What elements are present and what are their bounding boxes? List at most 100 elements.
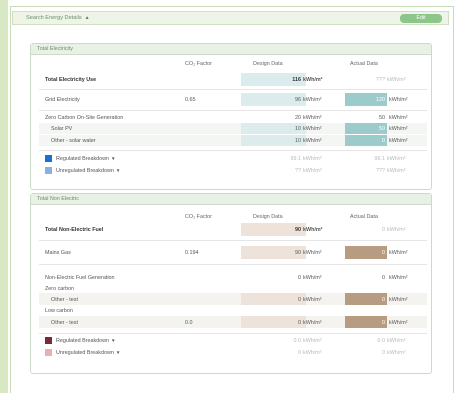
divider xyxy=(39,240,427,241)
zero-carbon-actual-value: 50 xyxy=(379,115,385,121)
total-actual-unit: kWh/m² xyxy=(387,77,406,83)
co2-factor-header: CO₂ Factor xyxy=(185,61,212,67)
divider xyxy=(39,110,427,111)
actual-data-header: Actual Data xyxy=(350,214,378,220)
regulated-actual-unit: kWh/m² xyxy=(387,156,406,162)
fuel-generation-design-unit: kWh/m² xyxy=(303,275,322,281)
mains-gas-co2-value: 0.194 xyxy=(185,250,199,256)
low-other-actual-unit: kWh/m² xyxy=(389,320,408,326)
unregulated-actual-value: ??? xyxy=(376,168,385,174)
solar-water-design-value: 10 xyxy=(295,138,301,144)
unregulated-design-unit: kWh/m² xyxy=(303,168,322,174)
total-design-value: 116 xyxy=(292,77,301,83)
unregulated-actual-unit: kWh/m² xyxy=(387,168,406,174)
grid-actual-value: 120 xyxy=(376,97,385,103)
regulated-fuel-breakdown-toggle[interactable]: Regulated Breakdown ▼ xyxy=(56,338,116,344)
chevron-down-icon: ▼ xyxy=(111,156,116,161)
fuel-generation-design-value: 0 xyxy=(298,275,301,281)
unregulated-fuel-design-value: 0 xyxy=(298,350,301,356)
non-electric-panel-title: Total Non Electric xyxy=(31,194,431,205)
zero-other-label: Other - test xyxy=(51,297,78,303)
co2-factor-header: CO₂ Factor xyxy=(185,214,212,220)
regulated-design-value: 99.1 xyxy=(290,156,302,162)
grid-actual-unit: kWh/m² xyxy=(389,97,408,103)
zero-other-actual-unit: kWh/m² xyxy=(389,297,408,303)
grid-co2-value: 0.65 xyxy=(185,97,196,103)
regulated-fuel-legend-swatch xyxy=(45,337,52,344)
mains-gas-label: Mains Gas xyxy=(45,250,71,256)
total-design-unit: kWh/m² xyxy=(303,227,323,233)
electricity-panel-title: Total Electricity xyxy=(31,44,431,55)
fuel-generation-label: Non-Electric Fuel Generation xyxy=(45,275,115,281)
mains-gas-design-unit: kWh/m² xyxy=(303,250,322,256)
solar-pv-design-value: 10 xyxy=(295,126,301,132)
solar-pv-design-unit: kWh/m² xyxy=(303,126,322,132)
total-design-unit: kWh/m² xyxy=(303,77,323,83)
fuel-generation-actual-unit: kWh/m² xyxy=(389,275,408,281)
mains-gas-design-value: 90 xyxy=(295,250,301,256)
unregulated-fuel-actual-value: 0 xyxy=(382,350,385,356)
electricity-panel: Total Electricity CO₂ Factor Design Data… xyxy=(30,43,432,190)
edit-button[interactable]: Edit xyxy=(400,14,442,23)
unregulated-fuel-actual-unit: kWh/m² xyxy=(387,350,406,356)
divider xyxy=(39,333,427,334)
solar-pv-actual-value: 50 xyxy=(379,126,385,132)
energy-details-header: Search Energy Details ▲ Edit xyxy=(12,11,449,25)
low-other-actual-value: 0 xyxy=(382,320,385,326)
zero-carbon-generation-label: Zero Carbon On-Site Generation xyxy=(45,115,124,121)
divider xyxy=(39,264,427,265)
regulated-breakdown-toggle[interactable]: Regulated Breakdown ▼ xyxy=(56,156,116,162)
regulated-label: Regulated Breakdown xyxy=(56,156,110,162)
low-other-label: Other - test xyxy=(51,320,78,326)
solar-water-design-unit: kWh/m² xyxy=(303,138,322,144)
solar-pv-label: Solar PV xyxy=(51,126,73,132)
section-title-text: Search Energy Details xyxy=(26,15,82,21)
zero-other-design-value: 0 xyxy=(298,297,301,303)
regulated-design-unit: kWh/m² xyxy=(303,156,322,162)
regulated-fuel-actual-value: 0.0 xyxy=(377,338,386,344)
low-other-design-value: 0 xyxy=(298,320,301,326)
chevron-down-icon: ▼ xyxy=(115,350,121,355)
unregulated-breakdown-toggle[interactable]: Unregulated Breakdown ▼ xyxy=(56,168,120,174)
regulated-legend-swatch xyxy=(45,155,52,162)
divider xyxy=(39,150,427,151)
total-actual-value: 0 xyxy=(382,227,385,233)
regulated-fuel-design-value: 0.0 xyxy=(293,338,302,344)
regulated-fuel-actual-unit: kWh/m² xyxy=(387,338,406,344)
regulated-fuel-design-unit: kWh/m² xyxy=(303,338,322,344)
design-data-header: Design Data xyxy=(253,214,283,220)
total-electricity-label: Total Electricity Use xyxy=(45,77,97,83)
fuel-generation-actual-value: 0 xyxy=(382,275,385,281)
design-data-header: Design Data xyxy=(253,61,283,67)
total-design-value: 90 xyxy=(295,227,301,233)
unregulated-fuel-legend-swatch xyxy=(45,349,52,356)
zero-other-design-unit: kWh/m² xyxy=(303,297,322,303)
left-sidebar-strip xyxy=(0,0,8,393)
solar-pv-actual-unit: kWh/m² xyxy=(389,126,408,132)
chevron-down-icon: ▼ xyxy=(115,168,121,173)
grid-design-unit: kWh/m² xyxy=(303,97,322,103)
regulated-fuel-label: Regulated Breakdown xyxy=(56,338,110,344)
total-actual-value: ??? xyxy=(376,77,385,83)
zero-other-actual-value: 0 xyxy=(382,297,385,303)
mains-gas-actual-value: 0 xyxy=(382,250,385,256)
divider xyxy=(39,89,427,90)
low-other-design-unit: kWh/m² xyxy=(303,320,322,326)
unregulated-fuel-breakdown-toggle[interactable]: Unregulated Breakdown ▼ xyxy=(56,350,120,356)
zero-carbon-actual-unit: kWh/m² xyxy=(389,115,408,121)
low-carbon-label: Low carbon xyxy=(45,308,73,314)
unregulated-fuel-label: Unregulated Breakdown xyxy=(56,350,114,356)
section-title[interactable]: Search Energy Details ▲ xyxy=(26,15,90,21)
mains-gas-actual-unit: kWh/m² xyxy=(389,250,408,256)
low-other-co2-value: 0.0 xyxy=(185,320,193,326)
zero-carbon-design-value: 20 xyxy=(295,115,301,121)
total-non-electric-label: Total Non-Electric Fuel xyxy=(45,227,104,233)
unregulated-legend-swatch xyxy=(45,167,52,174)
collapse-caret-icon[interactable]: ▲ xyxy=(85,15,90,21)
regulated-actual-value: 99.1 xyxy=(374,156,386,162)
actual-data-header: Actual Data xyxy=(350,61,378,67)
unregulated-design-value: ?? xyxy=(295,168,301,174)
total-actual-unit: kWh/m² xyxy=(387,227,406,233)
grid-design-value: 96 xyxy=(295,97,301,103)
solar-water-label: Other - solar water xyxy=(51,138,96,144)
